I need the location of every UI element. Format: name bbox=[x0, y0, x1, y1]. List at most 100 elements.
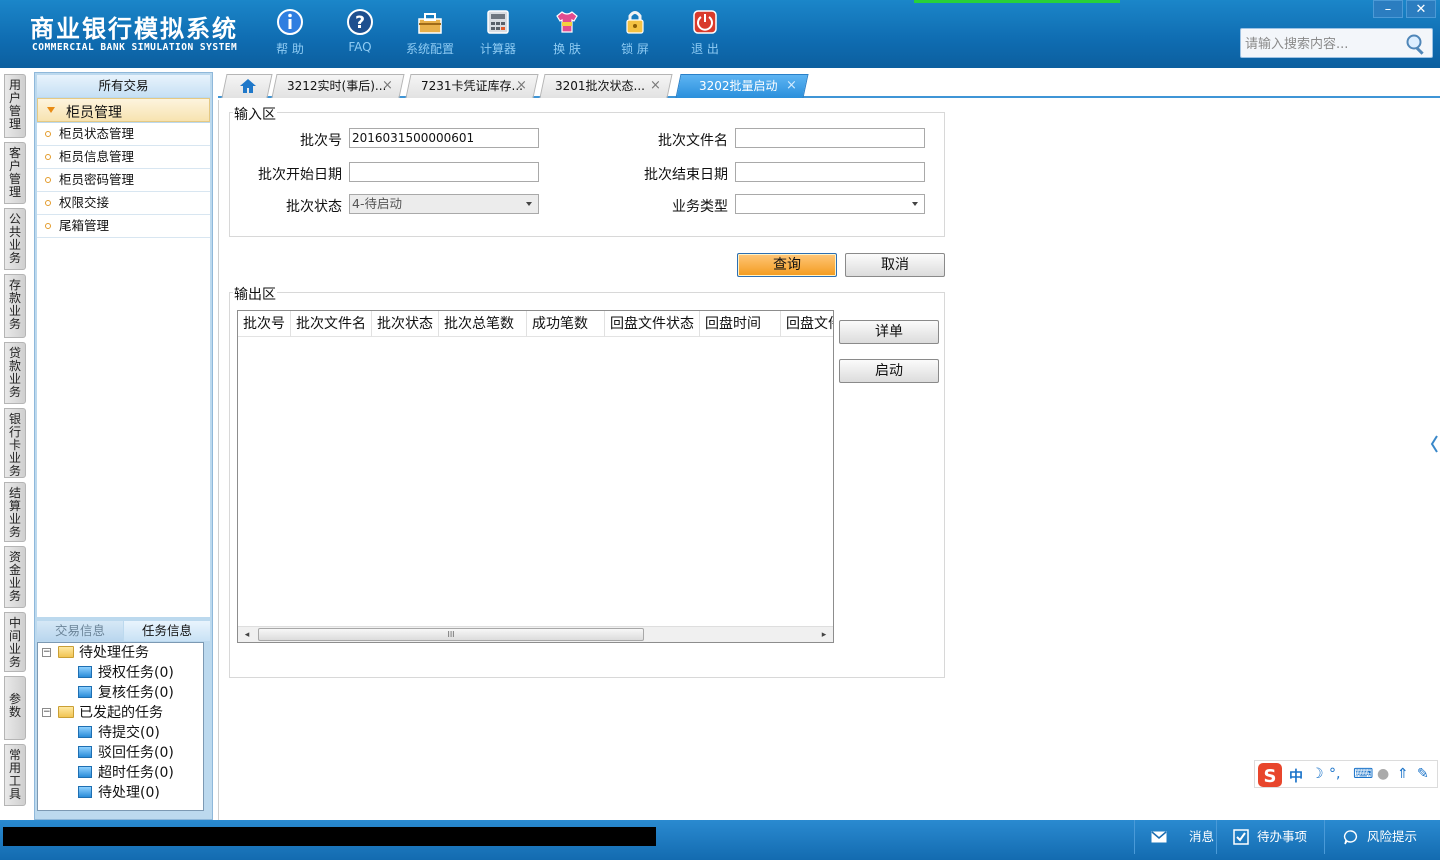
vnav-common-tools[interactable]: 常用工具 bbox=[4, 744, 26, 806]
scroll-left-icon[interactable]: ◂ bbox=[241, 629, 253, 641]
tree-node-pending[interactable]: − 待处理任务 bbox=[42, 643, 149, 663]
ime-keyboard-icon[interactable]: ⌨ bbox=[1353, 766, 1373, 782]
messages-button[interactable]: 消息 bbox=[1134, 820, 1216, 854]
close-tab-icon[interactable]: × bbox=[650, 75, 661, 97]
start-date-input[interactable] bbox=[349, 162, 539, 182]
col-return-time[interactable]: 回盘时间 bbox=[700, 311, 781, 337]
col-return-file-status[interactable]: 回盘文件状态 bbox=[605, 311, 700, 337]
task-icon bbox=[78, 746, 92, 758]
end-date-input[interactable] bbox=[735, 162, 925, 182]
ime-tools-icon[interactable]: ✎ bbox=[1417, 766, 1429, 782]
close-window-button[interactable]: ✕ bbox=[1406, 0, 1436, 18]
tree-node-to-process[interactable]: 待处理(0) bbox=[78, 783, 160, 803]
lock-screen-label: 锁 屏 bbox=[621, 42, 649, 56]
start-date-label: 批次开始日期 bbox=[258, 167, 342, 183]
vnav-public-business[interactable]: 公共业务 bbox=[4, 208, 26, 270]
batch-no-input[interactable] bbox=[349, 128, 539, 148]
col-return-file[interactable]: 回盘文件 bbox=[781, 311, 833, 337]
ime-moon-icon[interactable]: ☽ bbox=[1311, 766, 1324, 782]
col-batch-status[interactable]: 批次状态 bbox=[372, 311, 439, 337]
vnav-settlement-business[interactable]: 结算业务 bbox=[4, 482, 26, 542]
detail-button[interactable]: 详单 bbox=[839, 320, 939, 344]
query-button[interactable]: 查询 bbox=[737, 253, 837, 277]
tree-node-initiated[interactable]: − 已发起的任务 bbox=[42, 703, 163, 723]
tab-3201[interactable]: 3201批次状态... × bbox=[539, 74, 673, 98]
home-icon bbox=[240, 79, 256, 93]
vnav-funds-business[interactable]: 资金业务 bbox=[4, 546, 26, 608]
change-skin-button[interactable]: 换 肤 bbox=[537, 8, 597, 64]
tab-transaction-info[interactable]: 交易信息 bbox=[37, 621, 123, 641]
tab-7231[interactable]: 7231卡凭证库存... × bbox=[405, 74, 539, 98]
scroll-thumb[interactable]: III bbox=[258, 628, 644, 641]
cancel-button[interactable]: 取消 bbox=[845, 253, 945, 277]
tree-node-timeout[interactable]: 超时任务(0) bbox=[78, 763, 174, 783]
tree-node-to-submit[interactable]: 待提交(0) bbox=[78, 723, 160, 743]
tab-3202[interactable]: 3202批量启动 × bbox=[675, 74, 809, 98]
search-input[interactable] bbox=[1245, 34, 1405, 54]
close-tab-icon[interactable]: × bbox=[516, 75, 527, 97]
calculator-button[interactable]: 计算器 bbox=[468, 8, 528, 64]
search-icon[interactable] bbox=[1404, 32, 1428, 56]
ime-chinese-mode[interactable]: 中 bbox=[1289, 766, 1303, 786]
sidebar-item-teller-status[interactable]: 柜员状态管理 bbox=[37, 123, 210, 146]
vnav-customer-management[interactable]: 客户管理 bbox=[4, 142, 26, 204]
start-button[interactable]: 启动 bbox=[839, 359, 939, 383]
output-area-legend: 输出区 bbox=[233, 284, 277, 304]
close-tab-icon[interactable]: × bbox=[382, 75, 393, 97]
vnav-loan-business[interactable]: 贷款业务 bbox=[4, 342, 26, 404]
vnav-deposit-business[interactable]: 存款业务 bbox=[4, 274, 26, 338]
lock-screen-button[interactable]: 锁 屏 bbox=[605, 8, 665, 64]
risk-alert-button[interactable]: 风险提示 bbox=[1324, 820, 1440, 854]
checkbox-icon bbox=[1233, 829, 1249, 845]
vnav-intermediate-business[interactable]: 中间业务 bbox=[4, 612, 26, 672]
chat-bubble-icon bbox=[1343, 830, 1358, 845]
help-button[interactable]: 帮 助 bbox=[260, 8, 320, 64]
teller-management-group[interactable]: 柜员管理 bbox=[37, 98, 210, 122]
biz-type-select[interactable] bbox=[735, 194, 925, 214]
chevron-down-icon bbox=[526, 202, 532, 206]
col-batch-file[interactable]: 批次文件名 bbox=[291, 311, 372, 337]
all-transactions-header[interactable]: 所有交易 bbox=[37, 75, 210, 97]
task-tree: − 待处理任务 授权任务(0) 复核任务(0) − 已发起的任务 待提交(0) 驳回… bbox=[37, 642, 204, 811]
document-tabs: 3212实时(事后)... × 7231卡凭证库存... × 3201批次状态...… bbox=[218, 72, 1440, 98]
minimize-button[interactable]: – bbox=[1373, 0, 1403, 18]
col-total-count[interactable]: 批次总笔数 bbox=[439, 311, 527, 337]
col-batch-no[interactable]: 批次号 bbox=[238, 311, 291, 337]
vnav-bank-card-business[interactable]: 银行卡业务 bbox=[4, 408, 26, 478]
batch-status-select[interactable]: 4-待启动 bbox=[349, 194, 539, 214]
collapse-icon[interactable]: − bbox=[42, 708, 51, 717]
tree-node-rejected[interactable]: 驳回任务(0) bbox=[78, 743, 174, 763]
toolbox-icon bbox=[418, 13, 442, 34]
system-config-label: 系统配置 bbox=[405, 42, 454, 56]
ime-user-icon[interactable]: ● bbox=[1377, 766, 1389, 782]
tab-task-info[interactable]: 任务信息 bbox=[124, 621, 210, 641]
sidebar-item-permission-handover[interactable]: 权限交接 bbox=[37, 192, 210, 215]
task-icon bbox=[78, 726, 92, 738]
tab-3212[interactable]: 3212实时(事后)... × bbox=[271, 74, 405, 98]
app-header: 商业银行模拟系统 COMMERCIAL BANK SIMULATION SYST… bbox=[0, 0, 1440, 68]
tree-node-review-tasks[interactable]: 复核任务(0) bbox=[78, 683, 174, 703]
tree-node-auth-tasks[interactable]: 授权任务(0) bbox=[78, 663, 174, 683]
scroll-right-icon[interactable]: ▸ bbox=[818, 629, 830, 641]
ime-punctuation-icon[interactable]: °, bbox=[1329, 766, 1340, 782]
info-icon bbox=[277, 9, 303, 35]
sogou-logo-icon[interactable]: S bbox=[1257, 762, 1283, 788]
horizontal-scrollbar[interactable]: ◂ III ▸ bbox=[238, 626, 833, 642]
sidebar-item-tail-box[interactable]: 尾箱管理 bbox=[37, 215, 210, 238]
sidebar-item-teller-password[interactable]: 柜员密码管理 bbox=[37, 169, 210, 192]
tab-home[interactable] bbox=[221, 74, 273, 98]
batch-file-input[interactable] bbox=[735, 128, 925, 148]
module-nav: 用户管理 客户管理 公共业务 存款业务 贷款业务 银行卡业务 结算业务 资金业务… bbox=[0, 68, 30, 820]
close-tab-icon[interactable]: × bbox=[786, 75, 797, 97]
todo-button[interactable]: 待办事项 bbox=[1216, 820, 1324, 854]
collapse-icon[interactable]: − bbox=[42, 648, 51, 657]
faq-button[interactable]: ? FAQ bbox=[330, 8, 390, 64]
ime-skin-icon[interactable]: ⇑ bbox=[1397, 766, 1409, 782]
exit-button[interactable]: 退 出 bbox=[675, 8, 735, 64]
collapse-right-icon[interactable] bbox=[1428, 430, 1440, 458]
col-success-count[interactable]: 成功笔数 bbox=[527, 311, 605, 337]
system-config-button[interactable]: 系统配置 bbox=[400, 8, 460, 64]
sidebar-item-teller-info[interactable]: 柜员信息管理 bbox=[37, 146, 210, 169]
vnav-parameters[interactable]: 参数 bbox=[4, 676, 26, 740]
vnav-user-management[interactable]: 用户管理 bbox=[4, 74, 26, 138]
